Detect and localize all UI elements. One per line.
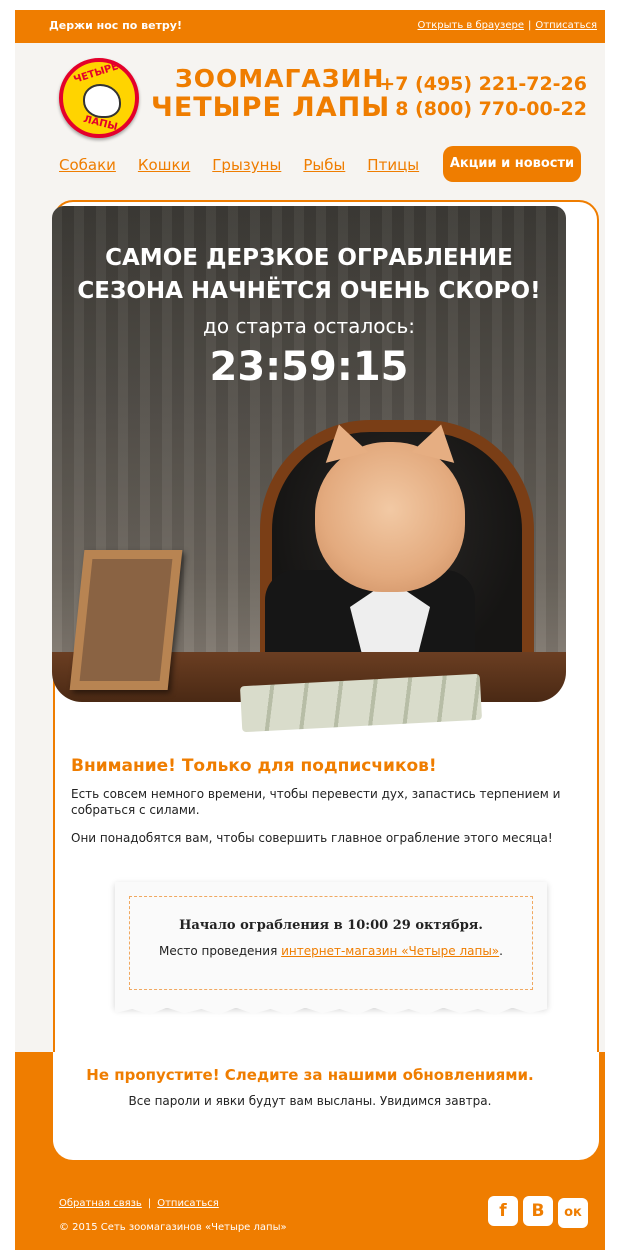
follow-updates-title: Не пропустите! Следите за нашими обновле… (86, 1066, 534, 1084)
footer-separator: | (147, 1198, 152, 1209)
feedback-link[interactable]: Обратная связь (59, 1198, 142, 1209)
attention-paragraph-1: Есть совсем немного времени, чтобы перев… (71, 787, 561, 817)
promo-news-button[interactable]: Акции и новости (443, 146, 581, 182)
phone-number-1[interactable]: +7 (495) 221-72-26 (379, 72, 587, 97)
robbery-details-note: Начало ограбления в 10:00 29 октября. Ме… (115, 882, 547, 1015)
nav-item-rodents[interactable]: Грызуны (212, 156, 281, 174)
logo-text-top: ЧЕТЫРЕ (72, 61, 120, 86)
nav-item-cats[interactable]: Кошки (138, 156, 190, 174)
brand-name-line2: ЧЕТЫРЕ ЛАПЫ (151, 92, 391, 123)
phone-number-2[interactable]: 8 (800) 770-00-22 (379, 97, 587, 122)
attention-title: Внимание! Только для подписчиков! (71, 756, 437, 776)
hero-headline: САМОЕ ДЕРЗКОЕ ОГРАБЛЕНИЕ СЕЗОНА НАЧНЁТСЯ… (52, 242, 566, 308)
tagline: Держи нос по ветру! (49, 19, 182, 32)
cat-image (315, 419, 465, 592)
category-nav: Собаки Кошки Грызуны Рыбы Птицы Акции и ново… (59, 146, 581, 182)
brand-name: ЗООМАГАЗИН ЧЕТЫРЕ ЛАПЫ (151, 65, 390, 123)
countdown-label: до старта осталось: (203, 314, 415, 338)
note-dashed-border (129, 896, 533, 990)
follow-updates-text: Все пароли и явки будут вам высланы. Уви… (128, 1094, 492, 1108)
robbery-start-time: Начало ограбления в 10:00 29 октября. (179, 918, 483, 933)
picture-frame-image (69, 550, 183, 690)
hero-headline-line2: СЕЗОНА НАЧНЁТСЯ ОЧЕНЬ СКОРО! (77, 278, 541, 304)
brand-name-line1: ЗООМАГАЗИН (175, 64, 385, 93)
vkontakte-icon[interactable]: B (523, 1196, 553, 1226)
hero-headline-line1: САМОЕ ДЕРЗКОЕ ОГРАБЛЕНИЕ (105, 245, 513, 271)
attention-paragraph-2: Они понадобятся вам, чтобы совершить гла… (71, 831, 553, 845)
robbery-place: Место проведения интернет-магазин «Четыр… (115, 944, 547, 958)
social-links: f Bок (483, 1196, 588, 1228)
facebook-icon[interactable]: f (488, 1196, 518, 1226)
brand-logo[interactable]: ЧЕТЫРЕ ЛАПЫ (59, 58, 139, 138)
email-container: Держи нос по ветру! Открыть в браузере | О… (15, 10, 605, 1250)
odnoklassniki-icon[interactable]: ок (558, 1198, 588, 1228)
nav-item-birds[interactable]: Птицы (367, 156, 419, 174)
separator: | (528, 20, 532, 31)
place-suffix: . (499, 944, 503, 958)
store-link[interactable]: интернет-магазин «Четыре лапы» (281, 944, 499, 958)
open-in-browser-link[interactable]: Открыть в браузере (418, 20, 524, 31)
nav-item-fish[interactable]: Рыбы (303, 156, 345, 174)
phone-numbers: +7 (495) 221-72-26 8 (800) 770-00-22 (379, 72, 587, 122)
footer-links: Обратная связь | Отписаться (59, 1198, 219, 1209)
dog-icon (83, 84, 121, 118)
countdown-timer: 23:59:15 (209, 344, 409, 390)
place-prefix: Место проведения (159, 944, 282, 958)
footer-unsubscribe-link[interactable]: Отписаться (157, 1198, 219, 1209)
copyright: © 2015 Сеть зоомагазинов «Четыре лапы» (59, 1222, 287, 1233)
unsubscribe-link[interactable]: Отписаться (535, 20, 597, 31)
nav-item-dogs[interactable]: Собаки (59, 156, 116, 174)
top-links: Открыть в браузере | Отписаться (418, 20, 597, 31)
top-bar: Держи нос по ветру! Открыть в браузере | О… (15, 10, 605, 43)
